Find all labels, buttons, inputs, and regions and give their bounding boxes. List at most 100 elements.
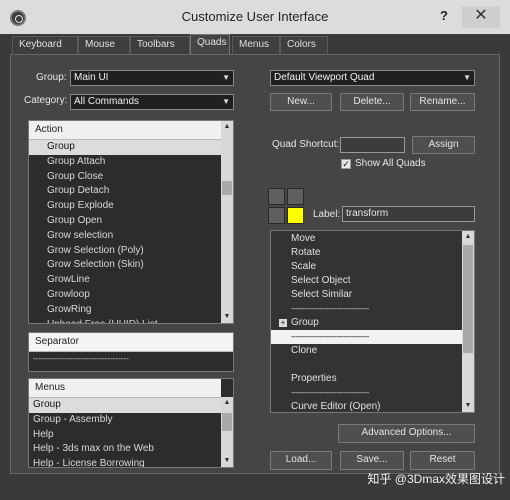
scroll-thumb[interactable] <box>463 245 473 353</box>
menus-list[interactable]: Menus Group Group - Assembly Help Help - 3d… <box>28 378 234 468</box>
quad-bottom-right-active[interactable] <box>287 207 304 224</box>
quad-menu-item-label: ------------------------------------ <box>291 388 369 397</box>
quad-top-right[interactable] <box>287 188 304 205</box>
action-list-scrollbar[interactable]: ▲ ▼ <box>221 121 233 323</box>
quad-menu-item-label: ------------------------------------ <box>291 332 369 341</box>
quad-bottom-left[interactable] <box>268 207 285 224</box>
action-list-item[interactable]: Grow Selection (Poly) <box>29 244 221 259</box>
quad-menu-item[interactable]: Select Similar <box>271 288 462 302</box>
chevron-down-icon: ▼ <box>222 73 230 82</box>
label-input[interactable]: transform <box>342 206 475 222</box>
tab-colors[interactable]: Colors <box>280 36 328 54</box>
tab-mouse[interactable]: Mouse <box>78 36 130 54</box>
scroll-up-icon[interactable]: ▲ <box>221 397 233 409</box>
category-dropdown[interactable]: All Commands ▼ <box>70 94 234 110</box>
chevron-down-icon: ▼ <box>463 73 471 82</box>
save-button[interactable]: Save... <box>340 451 404 470</box>
quad-menu-item[interactable]: Scale <box>271 260 462 274</box>
quad-menu-item[interactable]: Rotate <box>271 246 462 260</box>
scroll-thumb[interactable] <box>222 413 232 431</box>
quad-menu-item[interactable]: + Group <box>271 316 462 330</box>
action-list-item[interactable]: Grow selection <box>29 229 221 244</box>
quad-separator[interactable]: ------------------------------------ <box>271 386 462 400</box>
action-list-item[interactable]: Group Detach <box>29 184 221 199</box>
quad-menu-item-label: Rotate <box>291 247 321 258</box>
scroll-thumb[interactable] <box>222 181 232 195</box>
quad-menu-item-label: ------------------------------------ <box>291 304 369 313</box>
action-list-item[interactable]: Growloop <box>29 288 221 303</box>
show-all-quads-checkbox[interactable]: ✓ <box>341 159 351 169</box>
separator-item[interactable]: Separator <box>29 333 233 352</box>
reset-button[interactable]: Reset <box>410 451 475 470</box>
quad-menu-item-label: Clone <box>291 345 318 356</box>
tab-quads[interactable]: Quads <box>190 34 230 55</box>
category-dropdown-value: All Commands <box>74 96 140 107</box>
action-list-item[interactable]: Group Explode <box>29 199 221 214</box>
quad-menu-item[interactable]: Properties <box>271 372 462 386</box>
action-list-item[interactable]: Group <box>29 140 221 155</box>
menus-list-scrollbar[interactable]: ▲ ▼ <box>221 397 233 467</box>
new-button[interactable]: New... <box>270 93 332 111</box>
quad-menu-item-label: Group <box>291 317 319 328</box>
quad-menu-item[interactable]: Curve Editor (Open) <box>271 400 462 412</box>
action-list-item[interactable]: Group Close <box>29 170 221 185</box>
scroll-down-icon[interactable]: ▼ <box>221 311 233 323</box>
load-button[interactable]: Load... <box>270 451 332 470</box>
advanced-options-button[interactable]: Advanced Options... <box>338 424 475 443</box>
quad-separator[interactable]: ------------------------------------ <box>271 330 462 344</box>
quad-menu-item[interactable] <box>271 358 462 372</box>
quad-shortcut-label: Quad Shortcut: <box>272 139 340 150</box>
menus-column-header[interactable]: Menus <box>29 379 221 398</box>
quad-menu-item-label: Scale <box>291 261 317 272</box>
quad-items-list[interactable]: Move Rotate Scale Select Object Select Simil… <box>270 230 475 413</box>
action-list-item[interactable]: Grow Selection (Skin) <box>29 258 221 273</box>
window-title: Customize User Interface <box>181 9 329 24</box>
tab-toolbars[interactable]: Toolbars <box>130 36 190 54</box>
expand-plus-icon[interactable]: + <box>279 319 287 327</box>
quad-menu-item[interactable]: Select Object <box>271 274 462 288</box>
quad-set-dropdown[interactable]: Default Viewport Quad ▼ <box>270 70 475 86</box>
show-all-quads-label: Show All Quads <box>355 158 426 169</box>
separator-line[interactable]: ------------------------------------ <box>29 352 233 367</box>
quad-menu-item[interactable]: Move <box>271 232 462 246</box>
action-list-item[interactable]: GrowLine <box>29 273 221 288</box>
group-dropdown[interactable]: Main UI ▼ <box>70 70 234 86</box>
tab-menus[interactable]: Menus <box>232 36 280 54</box>
quad-menu-item-label: Select Similar <box>291 289 353 300</box>
action-column-header[interactable]: Action <box>29 121 221 140</box>
quad-items-scrollbar[interactable]: ▲ ▼ <box>462 231 474 412</box>
menus-list-item[interactable]: Help <box>29 428 221 443</box>
close-button[interactable]: ✕ <box>462 6 500 28</box>
quad-menu-item-label: Curve Editor (Open) <box>291 401 381 412</box>
menus-list-item[interactable]: Group <box>29 398 221 413</box>
action-list-item[interactable]: Unhead Free (UUID) List <box>29 318 221 323</box>
action-list-item[interactable]: Group Open <box>29 214 221 229</box>
delete-button[interactable]: Delete... <box>340 93 404 111</box>
rename-button[interactable]: Rename... <box>410 93 475 111</box>
scroll-down-icon[interactable]: ▼ <box>221 455 233 467</box>
scroll-up-icon[interactable]: ▲ <box>221 121 233 133</box>
tab-keyboard[interactable]: Keyboard <box>12 36 78 54</box>
chevron-down-icon: ▼ <box>222 97 230 106</box>
quad-menu-item-label: Properties <box>291 373 337 384</box>
group-label: Group: <box>36 72 67 83</box>
menus-list-item[interactable]: Help - License Borrowing <box>29 457 221 467</box>
menus-list-item[interactable]: Group - Assembly <box>29 413 221 428</box>
quad-separator[interactable]: ------------------------------------ <box>271 302 462 316</box>
category-label: Category: <box>24 95 68 106</box>
quad-shortcut-input[interactable] <box>340 137 405 153</box>
help-button[interactable]: ? <box>436 8 452 26</box>
scroll-down-icon[interactable]: ▼ <box>462 400 474 412</box>
quad-selector[interactable] <box>268 188 306 226</box>
separator-list[interactable]: Separator ------------------------------… <box>28 332 234 372</box>
quad-top-left[interactable] <box>268 188 285 205</box>
title-bar: Customize User Interface ? ✕ <box>0 0 510 34</box>
action-list-item[interactable]: GrowRing <box>29 303 221 318</box>
scroll-up-icon[interactable]: ▲ <box>462 231 474 243</box>
action-list-item[interactable]: Group Attach <box>29 155 221 170</box>
action-list[interactable]: Action Group Group Attach Group Close Group… <box>28 120 234 324</box>
menus-list-item[interactable]: Help - 3ds max on the Web <box>29 442 221 457</box>
quad-menu-item[interactable]: Clone <box>271 344 462 358</box>
quad-menu-item-label: Select Object <box>291 275 351 286</box>
assign-button[interactable]: Assign <box>412 136 475 154</box>
